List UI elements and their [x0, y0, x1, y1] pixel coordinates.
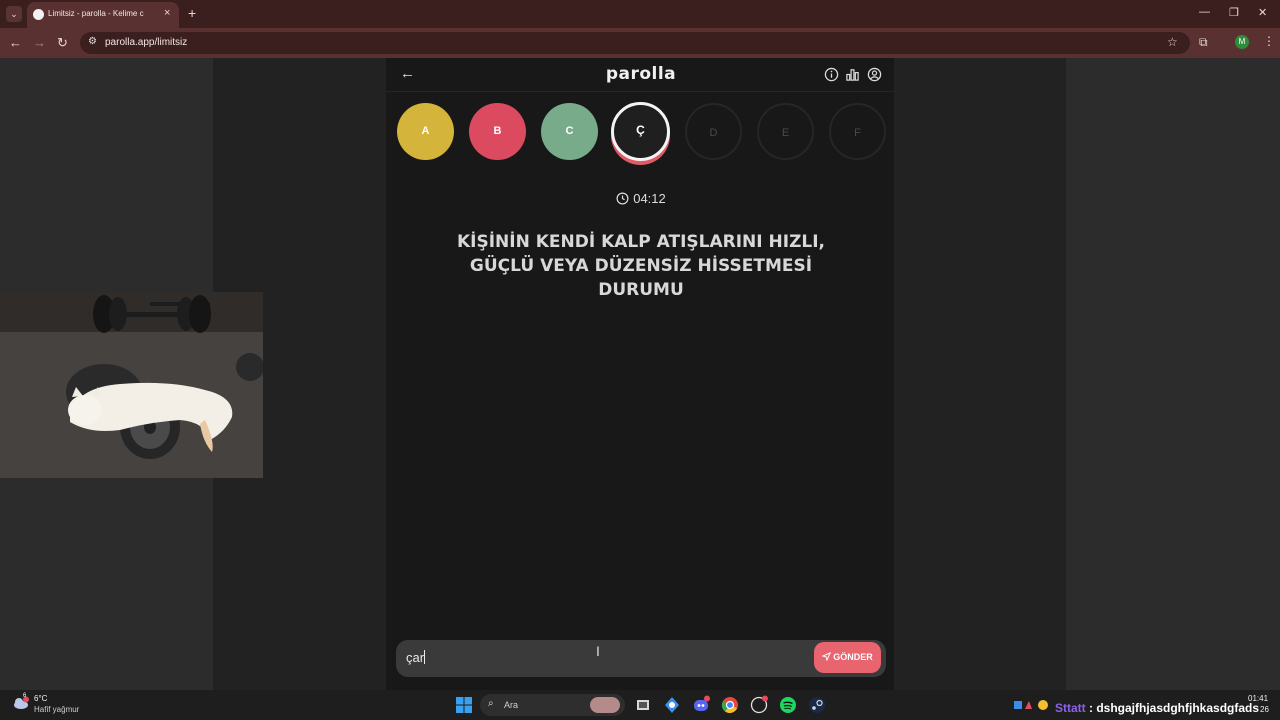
- tray-chat-username: Sttatt: [1055, 701, 1086, 715]
- steam-icon[interactable]: [807, 695, 827, 715]
- app-header: ← parolla: [386, 58, 896, 92]
- app-icon-snipping[interactable]: [662, 695, 682, 715]
- game-panel: ← parolla A B C Ç D E F 04:12 KİŞİNİN KE…: [385, 58, 896, 690]
- cat-dumbbell-overlay-image: [0, 292, 263, 478]
- browser-tab-bar: ⌄ Limitsiz - parolla - Kelime c × + — ❐ …: [0, 0, 1280, 28]
- send-button[interactable]: GÖNDER: [814, 642, 881, 673]
- letter-active-label: Ç: [636, 123, 645, 137]
- profile-avatar[interactable]: M: [1235, 35, 1249, 49]
- app-icon-github[interactable]: [749, 695, 769, 715]
- new-tab-icon[interactable]: +: [188, 5, 196, 21]
- letter-e-label: E: [781, 127, 790, 139]
- chrome-icon[interactable]: [720, 695, 740, 715]
- timer: 04:12: [386, 191, 896, 206]
- browser-tab[interactable]: Limitsiz - parolla - Kelime c ×: [27, 2, 179, 28]
- send-icon: [821, 651, 832, 662]
- taskbar-search-label: Ara: [504, 700, 519, 710]
- site-info-icon[interactable]: ⚙: [88, 36, 97, 47]
- windows-taskbar: 6 6°C Hafif yağmur ⌕ Ara Sttatt: dshgaj…: [0, 690, 1280, 720]
- browser-menu-icon[interactable]: ⋮: [1263, 34, 1275, 48]
- clock-icon: [616, 192, 629, 205]
- address-bar-row: ← → ↻ ⚙ parolla.app/limitsiz ☆ ⧉: [0, 28, 1280, 58]
- search-highlight-icon: [590, 697, 620, 713]
- close-window-icon[interactable]: ✕: [1258, 6, 1267, 19]
- answer-value-text: çar: [406, 650, 425, 665]
- send-label: GÖNDER: [833, 652, 873, 662]
- spotify-icon[interactable]: [778, 695, 798, 715]
- question-text: KİŞİNİN KENDİ KALP ATIŞLARINI HIZLI, GÜÇ…: [456, 232, 826, 300]
- url-text[interactable]: parolla.app/limitsiz: [105, 37, 187, 48]
- weather-temp[interactable]: 6°C: [34, 694, 47, 703]
- cat-dumbbell-picture: [0, 292, 263, 478]
- bookmark-star-icon[interactable]: ☆: [1167, 35, 1178, 49]
- tray-chat-text: : dshgajfhjasdghfjhkasdgfads: [1085, 701, 1260, 715]
- reload-icon[interactable]: ↻: [57, 35, 68, 51]
- omnibox[interactable]: ⚙ parolla.app/limitsiz ☆: [80, 32, 1190, 54]
- favicon-icon: [33, 9, 44, 20]
- tab-search-dropdown-icon[interactable]: ⌄: [6, 6, 22, 22]
- letter-f-label: F: [854, 127, 861, 139]
- taskbar-search[interactable]: ⌕ Ara: [480, 694, 625, 716]
- letter-a: A: [397, 103, 454, 160]
- mouse-ibeam-cursor: I: [596, 643, 600, 659]
- text-caret: [424, 650, 426, 664]
- timer-value: 04:12: [633, 191, 666, 206]
- search-icon: ⌕: [488, 698, 494, 709]
- letter-c: C: [541, 103, 598, 160]
- task-view-icon[interactable]: [633, 695, 653, 715]
- weather-desc[interactable]: Hafif yağmur: [34, 705, 79, 714]
- letter-e: E: [757, 103, 814, 160]
- letter-c-label: C: [565, 125, 574, 137]
- app-logo[interactable]: parolla: [386, 64, 896, 84]
- extensions-icon[interactable]: ⧉: [1199, 35, 1208, 50]
- stats-icon[interactable]: [845, 67, 860, 82]
- right-gutter: [1066, 58, 1280, 690]
- letter-f: F: [829, 103, 886, 160]
- forward-icon[interactable]: →: [33, 35, 46, 50]
- tab-close-icon[interactable]: ×: [164, 7, 170, 19]
- info-icon[interactable]: [824, 67, 839, 82]
- weather-cloud-icon[interactable]: [12, 696, 30, 710]
- restore-icon[interactable]: ❐: [1229, 6, 1239, 19]
- letter-d: D: [685, 103, 742, 160]
- answer-value[interactable]: çar: [406, 650, 426, 665]
- clock-time[interactable]: 01:41: [1248, 694, 1268, 703]
- discord-icon[interactable]: [691, 695, 711, 715]
- windows-start-icon[interactable]: [454, 695, 474, 715]
- tab-title: Limitsiz - parolla - Kelime c: [48, 9, 144, 18]
- letter-d-label: D: [709, 127, 718, 139]
- letter-b-label: B: [493, 125, 502, 137]
- user-icon[interactable]: [867, 67, 882, 82]
- weather-badge: 6: [23, 693, 27, 699]
- tray-app-icons[interactable]: [1012, 695, 1048, 715]
- letter-b: B: [469, 103, 526, 160]
- tray-chat-message: Sttatt : dshgajfhjasdghfjhkasdgfads: [1055, 701, 1259, 715]
- letter-a-label: A: [421, 125, 430, 137]
- answer-input[interactable]: çar I GÖNDER: [396, 640, 886, 677]
- minimize-icon[interactable]: —: [1199, 6, 1210, 18]
- letter-c-cedilla-active: Ç: [611, 102, 670, 161]
- clock-date[interactable]: 26: [1260, 705, 1269, 714]
- back-icon[interactable]: ←: [9, 35, 22, 50]
